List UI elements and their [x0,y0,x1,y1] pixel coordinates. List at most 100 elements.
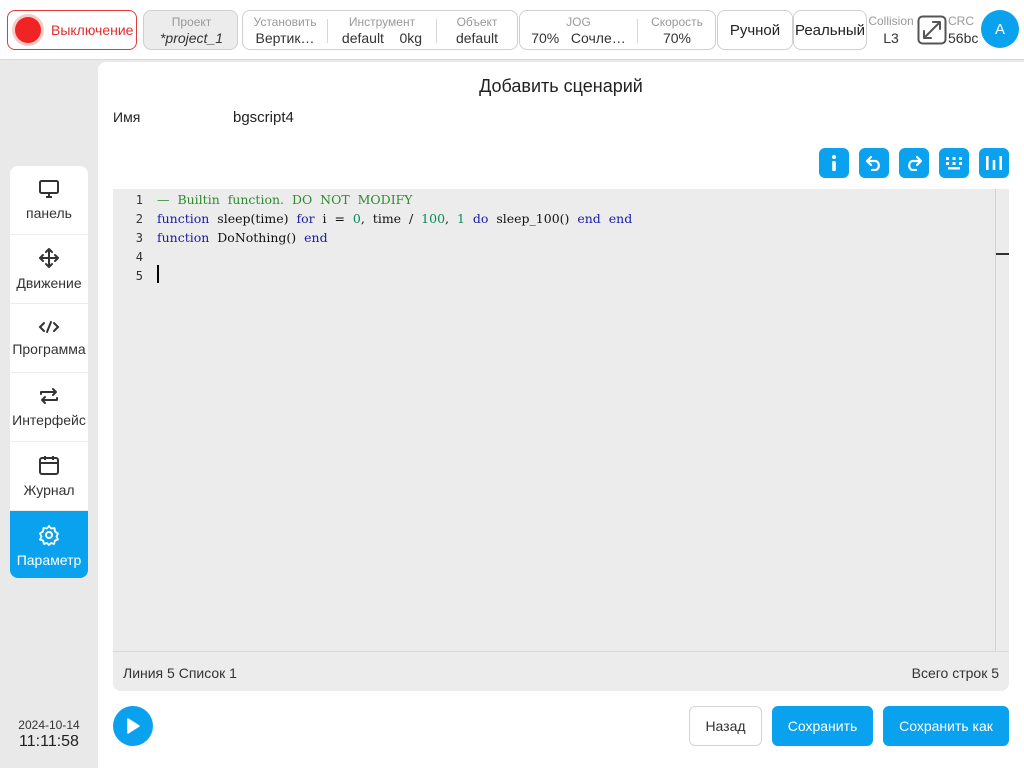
power-indicator-icon [15,17,41,43]
undo-icon [865,155,880,171]
code-editor[interactable]: 1 2 3 4 5 — Builtin function. DO NOT MOD… [113,189,1009,651]
cursor-position: Линия 5 Список 1 [123,665,237,681]
undo-button[interactable] [859,148,889,178]
collision-title: Collision [868,14,914,28]
sidebar-item-interface[interactable]: Интерфейс [10,373,88,442]
sidebar-item-parameter[interactable]: Параметр [10,511,88,578]
crc-indicator: CRC 56bc [948,14,982,46]
install-tool-object-group: Установить Вертик… Инструмент default 0k… [242,10,518,50]
back-button[interactable]: Назад [689,706,762,746]
jog-selector[interactable]: JOG 70% Сочле… [520,11,637,49]
redo-icon [908,155,923,171]
code-line-3: function DoNothing() end [157,230,328,245]
sidebar-item-label: Движение [16,275,82,291]
editor-scrollbar[interactable] [995,189,996,651]
crc-title: CRC [948,14,974,28]
tool-name: default [341,30,384,46]
redo-button[interactable] [899,148,929,178]
code-keyword: function [157,211,210,226]
code-line-2: function sleep(time) for i = 0, time / 1… [157,211,632,226]
install-title: Установить [253,15,317,29]
code-keyword: function [157,230,210,245]
sidebar-item-label: панель [26,205,72,221]
sidebar: панель Движение Программа Интерфейс Журн… [10,166,88,578]
power-off-label: Выключение [51,22,134,38]
speed-title: Скорость [651,15,703,29]
project-value: *project_1 [159,30,224,46]
project-selector[interactable]: Проект *project_1 [143,10,238,50]
editor-status-bar: Линия 5 Список 1 Всего строк 5 [113,651,1009,691]
save-as-button[interactable]: Сохранить как [883,706,1009,746]
total-lines: Всего строк 5 [911,665,999,681]
gear-icon [39,524,59,546]
jog-title: JOG [566,15,591,29]
object-title: Объект [456,15,498,29]
monitor-icon [39,180,59,198]
code-text: i = [314,211,353,226]
sidebar-item-program[interactable]: Программа [10,304,88,373]
code-keyword: for [296,211,315,226]
jog-mode: Сочле… [570,30,626,46]
jog-percent: 70% [531,30,560,46]
project-title: Проект [171,15,212,29]
install-selector[interactable]: Установить Вертик… [243,11,327,49]
code-text: sleep_100() [488,211,578,226]
code-text: , time / [360,211,422,226]
tool-weight: 0kg [399,30,423,46]
info-button[interactable] [819,148,849,178]
manual-mode-button[interactable]: Ручной [717,10,793,50]
code-number: 0 [352,211,361,226]
sidebar-item-label: Журнал [23,482,75,498]
code-text: , [445,211,457,226]
datetime: 2024-10-14 11:11:58 [0,718,98,751]
sidebar-item-journal[interactable]: Журнал [10,442,88,511]
line-number-gutter: 1 2 3 4 5 [113,189,153,651]
line-number: 4 [135,250,143,264]
code-comment: — Builtin function. DO NOT MODIFY [157,192,413,207]
user-avatar[interactable]: A [981,10,1019,48]
keyboard-button[interactable] [939,148,969,178]
name-value[interactable]: bgscript4 [233,109,294,126]
real-mode-button[interactable]: Реальный [793,10,867,50]
code-keyword: end [304,230,328,245]
scrollbar-cursor-marker [996,253,1009,255]
object-selector[interactable]: Объект default [437,11,517,49]
name-label: Имя [113,109,141,125]
save-button[interactable]: Сохранить [772,706,873,746]
line-number: 3 [135,231,143,245]
sidebar-item-motion[interactable]: Движение [10,235,88,304]
calendar-icon [39,456,59,475]
speed-value: 70% [662,30,692,46]
sidebar-item-panel[interactable]: панель [10,166,88,235]
line-number: 5 [135,269,143,283]
speed-selector[interactable]: Скорость 70% [638,11,715,49]
tool-title: Инструмент [348,15,416,29]
add-script-panel: Добавить сценарий Имя bgscript4 1 2 3 4 … [98,62,1024,768]
code-number: 100 [421,211,446,226]
top-bar: Выключение Проект *project_1 Установить … [0,0,1024,60]
collision-indicator[interactable]: Collision L3 [867,14,915,46]
play-icon [127,718,140,734]
date-label: 2024-10-14 [18,718,80,732]
move-icon [39,248,59,268]
variables-button[interactable] [979,148,1009,178]
sidebar-item-label: Программа [12,341,86,357]
code-line-1: — Builtin function. DO NOT MODIFY [157,192,413,207]
tool-selector[interactable]: Инструмент default 0kg [328,11,436,49]
power-off-button[interactable]: Выключение [7,10,137,50]
swap-icon [40,388,58,404]
variables-icon [986,156,1002,170]
sidebar-item-label: Параметр [16,551,82,568]
install-value: Вертик… [255,30,315,46]
run-script-button[interactable] [113,706,153,746]
collision-value: L3 [883,30,899,46]
code-keyword: do [472,211,489,226]
line-number: 1 [135,193,143,207]
code-text: DoNothing() [209,230,305,245]
expand-icon[interactable] [917,15,947,45]
code-number: 1 [456,211,465,226]
object-value: default [455,30,499,46]
info-icon [832,155,836,171]
time-label: 11:11:58 [19,733,79,750]
